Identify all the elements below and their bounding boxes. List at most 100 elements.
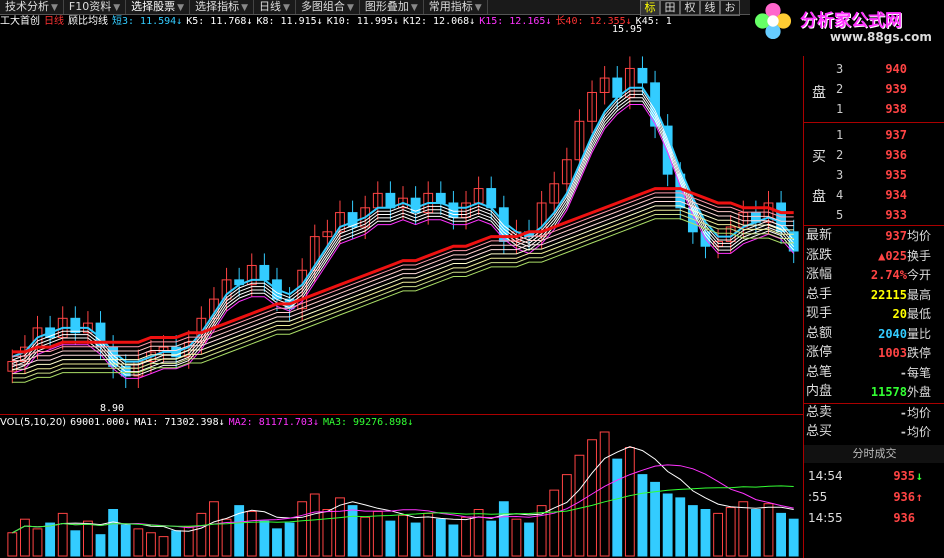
volume-bar — [209, 501, 219, 557]
volume-bar — [675, 497, 686, 557]
volume-bar — [624, 447, 635, 557]
logo-url: www.88gs.com — [830, 30, 932, 44]
legend-item: K5: 11.768↓ — [186, 16, 253, 27]
quote-row: 涨幅 2.74% 今开 — [804, 266, 944, 284]
quote-row: 涨停 1003 跌停 — [804, 344, 944, 362]
candlestick-series — [7, 56, 799, 388]
dropdown-arrow-icon: ▼ — [113, 3, 121, 13]
quote-label: 总手 — [806, 286, 833, 302]
logo: 分析家公式网 www.88gs.com — [750, 0, 944, 56]
volume-bar — [549, 489, 560, 557]
volume-bar — [221, 518, 232, 557]
toolbar-item-label: 选择指标 — [195, 0, 240, 13]
ask-row: 2 939 — [804, 80, 944, 98]
ma-long-line — [12, 205, 794, 370]
volume-bar — [486, 520, 497, 557]
volume-bar — [322, 509, 333, 557]
volume-bar — [662, 493, 673, 557]
candle-body — [637, 67, 648, 84]
quote-label: 现手 — [806, 306, 833, 321]
bid-row: 4 934 — [804, 186, 944, 204]
dropdown-arrow-icon: ▼ — [410, 3, 418, 13]
volume-bar — [713, 512, 723, 557]
volume-bar — [738, 501, 749, 557]
volume-legend-item: MA3: 99276.898↓ — [322, 417, 414, 428]
toolbar-item-label: 技术分析 — [5, 0, 49, 13]
quote-value: 20 — [892, 307, 907, 321]
bid-level: 4 — [836, 188, 844, 202]
toolbar-item-label: F10资料 — [68, 0, 112, 13]
legend-item: K15: 12.165↓ — [479, 16, 552, 27]
quote-value: - — [899, 425, 907, 439]
volume-bars — [7, 431, 799, 557]
candle-body — [259, 264, 270, 281]
quote-value: - — [899, 405, 907, 420]
volume-bar — [776, 512, 787, 557]
ma-short-line — [12, 100, 795, 376]
tick-row: 14:54 935 ↓ — [804, 467, 944, 485]
tick-time: :55 — [808, 489, 828, 504]
quote-label: 最新 — [806, 228, 833, 243]
toolbar-item-6[interactable]: 图形叠加 ▼ — [360, 0, 424, 14]
volume-legend: VOL(5,10,20) 69001.000↓ MA1: 71302.398↓ MA… — [0, 416, 413, 429]
quote-value: 1003 — [878, 346, 907, 360]
toolbar-item-2[interactable]: 选择股票 ▼ — [126, 0, 191, 14]
volume-bar — [435, 518, 446, 557]
bid-level: 2 — [836, 148, 844, 162]
legend-item: 短3: 11.594↓ — [112, 16, 183, 27]
volume-bar — [360, 516, 371, 557]
quote-label-2: 均价 — [907, 229, 932, 243]
quote-label-2: 最低 — [907, 307, 932, 321]
ask-level: 2 — [836, 82, 844, 96]
bid-price: 933 — [885, 208, 907, 222]
tick-price: 936 — [893, 489, 915, 504]
volume-bar — [725, 507, 736, 557]
quote-label: 总笔 — [806, 364, 833, 380]
gmma-ribbon — [11, 86, 795, 383]
volume-bar — [83, 520, 93, 557]
separator — [804, 225, 944, 226]
quote-value: 2040 — [878, 326, 907, 341]
stock-name: 工大首创 — [0, 16, 40, 27]
ma-long-line — [12, 196, 794, 362]
toolbar-item-4[interactable]: 日线 ▼ — [254, 0, 296, 14]
toolbar-item-7[interactable]: 常用指标 ▼ — [424, 0, 488, 14]
ma-short-line — [12, 90, 795, 366]
ma-long-line — [12, 218, 794, 383]
legend-item: K12: 12.068↓ — [402, 16, 476, 27]
logo-brand: 分析家公式网 — [800, 11, 902, 31]
dropdown-arrow-icon: ▼ — [51, 3, 58, 13]
candle-body — [70, 317, 81, 334]
toolbar-mini-button-1[interactable]: 田 — [660, 0, 680, 16]
volume-bar — [272, 528, 282, 557]
toolbar-item-1[interactable]: F10资料 ▼ — [64, 0, 127, 14]
volume-bar — [19, 518, 30, 557]
volume-bar — [57, 512, 68, 557]
tick-header[interactable]: 分时成交 — [804, 444, 944, 463]
dropdown-arrow-icon: ▼ — [177, 3, 185, 13]
volume-bar — [133, 528, 144, 557]
toolbar-mini-button-3[interactable]: 线 — [700, 0, 720, 16]
bid-row: 2 936 — [804, 146, 944, 164]
toolbar-item-0[interactable]: 技术分析 ▼ — [0, 0, 64, 14]
volume-bar — [788, 518, 799, 557]
volume-bar — [398, 514, 408, 557]
ma-short-line — [12, 97, 795, 373]
toolbar-mini-button-2[interactable]: 权 — [680, 0, 700, 16]
toolbar-item-3[interactable]: 选择指标 ▼ — [190, 0, 255, 14]
quote-label-2: 今开 — [907, 268, 932, 282]
flower-icon — [754, 2, 792, 40]
pane-divider — [0, 414, 803, 415]
toolbar-mini-button-4[interactable]: お — [720, 0, 740, 16]
volume-bar — [7, 532, 18, 557]
toolbar-item-5[interactable]: 多图组合 ▼ — [296, 0, 360, 14]
volume-label: VOL(5,10,20) — [0, 417, 67, 428]
bid-price: 936 — [885, 148, 907, 162]
indicator-legend: 工大首创 日线 顾比均线 短3: 11.594↓ K5: 11.768↓ K8: 1… — [0, 15, 672, 28]
ask-level: 1 — [836, 102, 844, 116]
toolbar-mini-button-0[interactable]: 标 — [640, 0, 660, 16]
candle-body — [435, 192, 446, 204]
price-label-high: 15.95 — [612, 24, 643, 35]
ask-price: 939 — [885, 82, 907, 96]
tick-time: 14:55 — [808, 510, 843, 525]
